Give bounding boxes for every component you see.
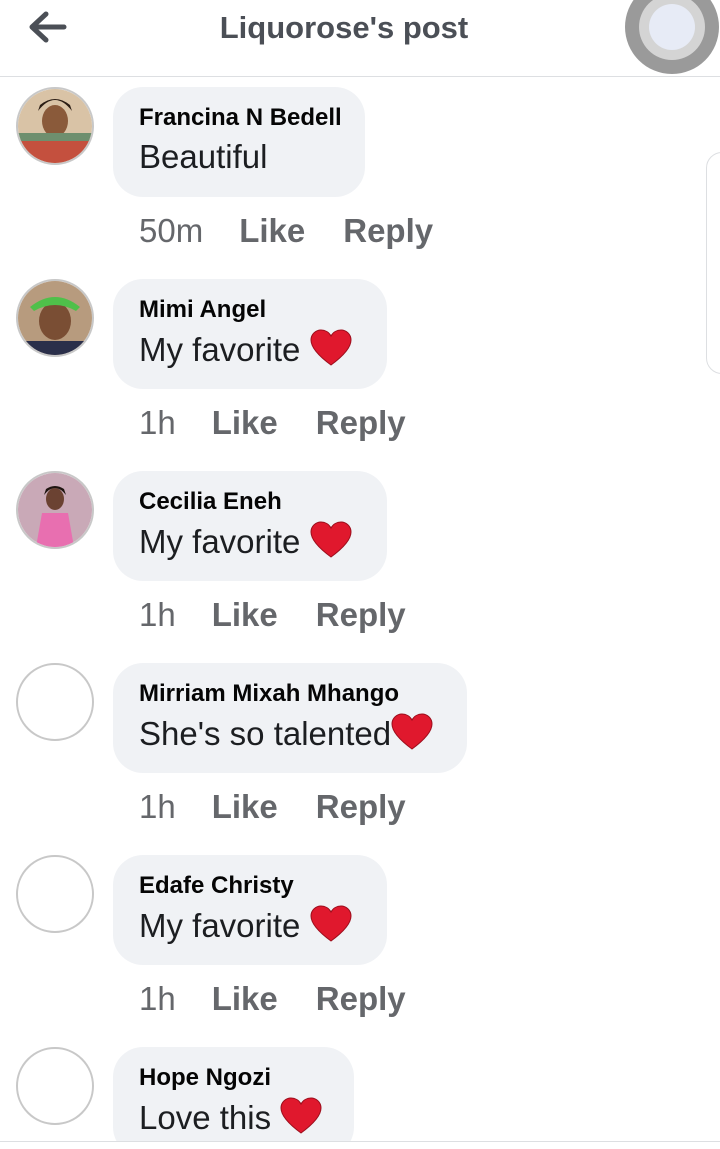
commenter-name[interactable]: Mimi Angel <box>139 293 357 327</box>
reply-button[interactable]: Reply <box>343 212 433 249</box>
commenter-name[interactable]: Francina N Bedell <box>139 101 342 135</box>
comment-bubble: Mirriam Mixah Mhango She's so talented <box>113 663 467 773</box>
comment-text: Love this <box>139 1097 324 1138</box>
timestamp: 1h <box>139 596 176 633</box>
comment-bubble: Cecilia Eneh My favorite <box>113 471 387 581</box>
timestamp: 1h <box>139 404 176 441</box>
comment-actions: 1h Like Reply <box>139 979 406 1019</box>
comment-text: Beautiful <box>139 137 335 177</box>
red-heart-icon <box>310 521 352 558</box>
comment-item: Edafe Christy My favorite 1h Like Reply <box>0 855 720 1045</box>
avatar[interactable] <box>16 855 94 933</box>
avatar[interactable] <box>16 87 94 165</box>
comment-text: My favorite <box>139 521 357 562</box>
comment-item: Cecilia Eneh My favorite 1h Like Reply <box>0 471 720 661</box>
commenter-name[interactable]: Mirriam Mixah Mhango <box>139 677 437 711</box>
commenter-name[interactable]: Cecilia Eneh <box>139 485 357 519</box>
like-button[interactable]: Like <box>212 980 278 1017</box>
comment-bubble: Hope Ngozi Love this <box>113 1047 354 1141</box>
comment-actions: 1h Like Reply <box>139 787 406 827</box>
avatar[interactable] <box>16 663 94 741</box>
comment-text: She's so talented <box>139 713 437 754</box>
timestamp: 1h <box>139 980 176 1017</box>
red-heart-icon <box>310 905 352 942</box>
like-button[interactable]: Like <box>212 788 278 825</box>
comment-text-content: She's so talented <box>139 715 392 752</box>
comment-bubble: Mimi Angel My favorite <box>113 279 387 389</box>
commenter-name[interactable]: Edafe Christy <box>139 869 357 903</box>
top-bar: Liquorose's post <box>0 0 720 77</box>
avatar[interactable] <box>16 471 94 549</box>
comment-bubble: Francina N Bedell Beautiful <box>113 87 365 197</box>
comment-text-content: My favorite <box>139 523 301 560</box>
reply-button[interactable]: Reply <box>316 596 406 633</box>
comment-text: My favorite <box>139 329 357 370</box>
commenter-name[interactable]: Hope Ngozi <box>139 1061 324 1095</box>
reply-button[interactable]: Reply <box>316 788 406 825</box>
bubble-center <box>649 4 695 50</box>
comment-text-content: My favorite <box>139 907 301 944</box>
comment-actions: 1h Like Reply <box>139 595 406 635</box>
comment-text-content: Love this <box>139 1099 272 1136</box>
like-button[interactable]: Like <box>239 212 305 249</box>
comment-item: Mimi Angel My favorite 1h Like Reply <box>0 279 720 469</box>
red-heart-icon <box>310 329 352 366</box>
avatar[interactable] <box>16 279 94 357</box>
comment-actions: 1h Like Reply <box>139 403 406 443</box>
reply-button[interactable]: Reply <box>316 404 406 441</box>
page-title: Liquorose's post <box>219 10 469 45</box>
comment-actions: 50m Like Reply <box>139 211 433 251</box>
avatar[interactable] <box>16 1047 94 1125</box>
comment-text-content: Beautiful <box>139 138 268 175</box>
red-heart-icon <box>391 713 433 750</box>
red-heart-icon <box>280 1097 322 1134</box>
comment-item: Mirriam Mixah Mhango She's so talented 1… <box>0 663 720 853</box>
like-button[interactable]: Like <box>212 596 278 633</box>
like-button[interactable]: Like <box>212 404 278 441</box>
comment-item: Francina N Bedell Beautiful 50m Like Reply <box>0 87 720 277</box>
comment-bubble: Edafe Christy My favorite <box>113 855 387 965</box>
comment-text: My favorite <box>139 905 357 946</box>
comment-item: Hope Ngozi Love this <box>0 1047 720 1141</box>
timestamp: 50m <box>139 212 204 249</box>
reply-button[interactable]: Reply <box>316 980 406 1017</box>
bottom-divider <box>0 1141 720 1142</box>
timestamp: 1h <box>139 788 176 825</box>
comment-text-content: My favorite <box>139 331 301 368</box>
